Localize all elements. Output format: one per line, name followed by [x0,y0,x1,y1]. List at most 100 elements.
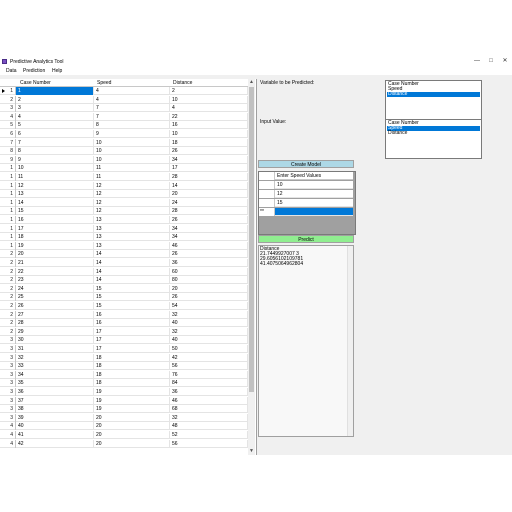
speed-value-cell[interactable]: 12 [275,190,353,198]
cell-distance[interactable]: 34 [170,224,248,233]
table-row[interactable]: 2 26 15 54 [0,302,248,310]
column-header-distance[interactable]: Distance [173,80,192,86]
cell-distance[interactable]: 22 [170,112,248,121]
cell-case-number[interactable]: 40 [16,422,94,431]
speed-value-cell[interactable]: 10 [275,181,353,189]
table-row[interactable]: 4 41 20 52 [0,431,248,439]
table-row[interactable]: 3 34 18 76 [0,370,248,379]
table-row[interactable]: 1 10 11 17 [0,164,248,173]
cell-case-number[interactable]: 34 [16,370,94,379]
cell-distance[interactable]: 17 [170,164,248,173]
row-header[interactable]: 3 [0,405,16,414]
cell-speed[interactable]: 16 [94,319,170,328]
cell-case-number[interactable]: 38 [16,405,94,414]
cell-case-number[interactable]: 26 [16,302,94,310]
row-header[interactable]: 2 [0,327,16,336]
cell-case-number[interactable]: 16 [16,216,94,224]
cell-case-number[interactable]: 37 [16,396,94,405]
scroll-down-icon[interactable]: ▼ [248,448,255,455]
row-header[interactable]: 4 [0,439,16,448]
cell-speed[interactable]: 7 [94,104,170,113]
row-header[interactable]: 7 [0,138,16,147]
row-header[interactable]: 1 [0,164,16,173]
table-row[interactable]: 7 7 10 18 [0,138,248,147]
cell-distance[interactable]: 14 [170,181,248,190]
table-row[interactable]: 1 17 13 34 [0,224,248,233]
table-row[interactable]: 6 6 9 10 [0,130,248,138]
cell-speed[interactable]: 15 [94,302,170,310]
cell-case-number[interactable]: 12 [16,181,94,190]
input-value-listbox[interactable]: Case Number Speed Distance [385,119,482,159]
row-header[interactable]: 2 [0,259,16,267]
table-row[interactable]: 2 20 14 26 [0,250,248,259]
results-scrollbar[interactable] [347,246,353,436]
cell-distance[interactable]: 10 [170,130,248,138]
speed-value-cell[interactable]: 15 [275,199,353,207]
cell-distance[interactable]: 26 [170,250,248,259]
cell-speed[interactable]: 18 [94,379,170,388]
row-header[interactable]: 2 [0,276,16,285]
cell-speed[interactable]: 14 [94,259,170,267]
row-header[interactable]: 3 [0,104,16,113]
cell-distance[interactable]: 18 [170,138,248,147]
cell-case-number[interactable]: 17 [16,224,94,233]
cell-speed[interactable]: 13 [94,216,170,224]
cell-case-number[interactable]: 11 [16,173,94,181]
cell-distance[interactable]: 26 [170,147,248,156]
predict-button[interactable]: Predict [258,235,354,243]
row-header[interactable]: 4 [0,431,16,439]
cell-case-number[interactable]: 5 [16,121,94,130]
table-row[interactable]: 8 8 10 26 [0,147,248,156]
cell-case-number[interactable]: 28 [16,319,94,328]
cell-distance[interactable]: 34 [170,233,248,242]
cell-distance[interactable]: 48 [170,422,248,431]
row-header[interactable]: 2 [0,319,16,328]
row-header[interactable]: 1 [0,173,16,181]
row-header[interactable]: 2 [0,250,16,259]
cell-case-number[interactable]: 41 [16,431,94,439]
cell-case-number[interactable]: 33 [16,362,94,371]
table-row[interactable]: 4 40 20 48 [0,422,248,431]
cell-distance[interactable]: 10 [170,95,248,104]
cell-case-number[interactable]: 10 [16,164,94,173]
speed-value-new-cell[interactable] [275,208,353,216]
speed-grid-row[interactable]: 12 [259,190,355,198]
cell-speed[interactable]: 12 [94,181,170,190]
scroll-thumb[interactable] [249,87,254,392]
cell-distance[interactable]: 50 [170,345,248,353]
cell-speed[interactable]: 14 [94,267,170,276]
scroll-up-icon[interactable]: ▲ [248,79,255,86]
cell-distance[interactable]: 40 [170,319,248,328]
row-header[interactable]: 1 [0,181,16,190]
table-row[interactable]: 1 11 11 28 [0,173,248,181]
table-row[interactable]: 2 29 17 32 [0,327,248,336]
cell-speed[interactable]: 10 [94,147,170,156]
menu-prediction[interactable]: Prediction [23,68,45,74]
cell-case-number[interactable]: 21 [16,259,94,267]
cell-speed[interactable]: 10 [94,155,170,164]
table-row[interactable]: 9 9 10 34 [0,155,248,164]
cell-speed[interactable]: 18 [94,353,170,362]
cell-speed[interactable]: 15 [94,284,170,293]
cell-speed[interactable]: 4 [94,95,170,104]
cell-case-number[interactable]: 31 [16,345,94,353]
cell-speed[interactable]: 14 [94,276,170,285]
cell-distance[interactable]: 84 [170,379,248,388]
row-header[interactable]: 9 [0,155,16,164]
row-header[interactable]: 1 [0,241,16,250]
table-row[interactable]: 2 28 16 40 [0,319,248,328]
cell-speed[interactable]: 13 [94,233,170,242]
table-row[interactable]: 1 13 12 20 [0,190,248,199]
row-header[interactable]: 3 [0,362,16,371]
cell-speed[interactable]: 12 [94,190,170,199]
cell-speed[interactable]: 15 [94,293,170,302]
cell-case-number[interactable]: 30 [16,336,94,345]
cell-distance[interactable]: 4 [170,104,248,113]
table-row[interactable]: 1 12 12 14 [0,181,248,190]
close-button[interactable]: ✕ [498,58,512,65]
cell-distance[interactable]: 42 [170,353,248,362]
cell-case-number[interactable]: 18 [16,233,94,242]
menu-data[interactable]: Data [6,68,17,74]
cell-distance[interactable]: 68 [170,405,248,414]
row-header[interactable]: 2 [0,310,16,319]
